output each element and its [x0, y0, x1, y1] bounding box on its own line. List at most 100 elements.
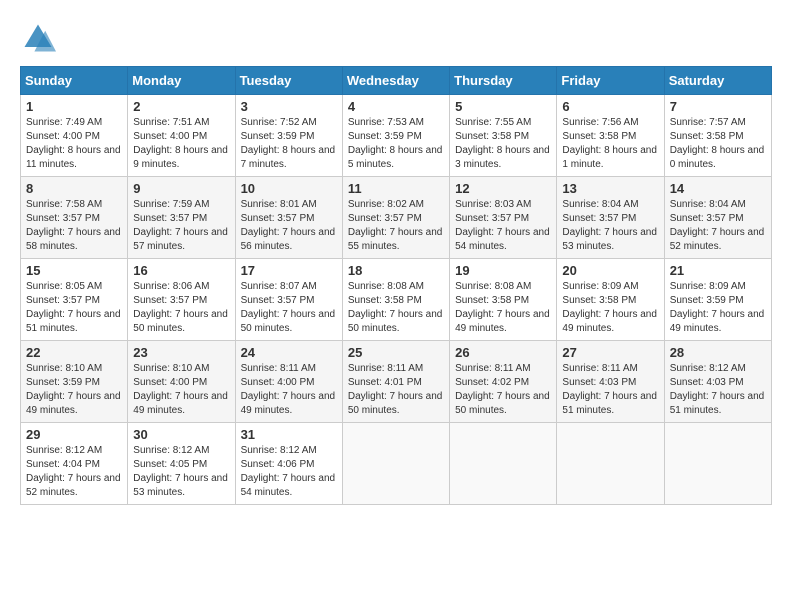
day-info: Sunrise: 7:59 AMSunset: 3:57 PMDaylight:…: [133, 199, 228, 252]
day-cell: 8 Sunrise: 7:58 AMSunset: 3:57 PMDayligh…: [21, 177, 128, 259]
day-cell: 26 Sunrise: 8:11 AMSunset: 4:02 PMDaylig…: [450, 341, 557, 423]
day-number: 22: [26, 345, 122, 360]
header-sunday: Sunday: [21, 67, 128, 95]
day-info: Sunrise: 7:58 AMSunset: 3:57 PMDaylight:…: [26, 199, 121, 252]
week-row-5: 29 Sunrise: 8:12 AMSunset: 4:04 PMDaylig…: [21, 423, 772, 505]
day-info: Sunrise: 8:11 AMSunset: 4:00 PMDaylight:…: [241, 363, 336, 416]
page-header: [20, 20, 772, 56]
day-number: 7: [670, 99, 766, 114]
day-number: 28: [670, 345, 766, 360]
day-cell: 18 Sunrise: 8:08 AMSunset: 3:58 PMDaylig…: [342, 259, 449, 341]
day-info: Sunrise: 8:06 AMSunset: 3:57 PMDaylight:…: [133, 281, 228, 334]
day-cell: 1 Sunrise: 7:49 AMSunset: 4:00 PMDayligh…: [21, 95, 128, 177]
day-cell: 22 Sunrise: 8:10 AMSunset: 3:59 PMDaylig…: [21, 341, 128, 423]
day-info: Sunrise: 8:12 AMSunset: 4:06 PMDaylight:…: [241, 445, 336, 498]
day-cell: 5 Sunrise: 7:55 AMSunset: 3:58 PMDayligh…: [450, 95, 557, 177]
day-cell: 7 Sunrise: 7:57 AMSunset: 3:58 PMDayligh…: [664, 95, 771, 177]
day-info: Sunrise: 8:08 AMSunset: 3:58 PMDaylight:…: [455, 281, 550, 334]
day-cell: 23 Sunrise: 8:10 AMSunset: 4:00 PMDaylig…: [128, 341, 235, 423]
day-cell: 20 Sunrise: 8:09 AMSunset: 3:58 PMDaylig…: [557, 259, 664, 341]
day-cell: 29 Sunrise: 8:12 AMSunset: 4:04 PMDaylig…: [21, 423, 128, 505]
day-info: Sunrise: 7:55 AMSunset: 3:58 PMDaylight:…: [455, 117, 550, 170]
day-info: Sunrise: 8:12 AMSunset: 4:03 PMDaylight:…: [670, 363, 765, 416]
day-cell: [557, 423, 664, 505]
day-number: 4: [348, 99, 444, 114]
day-info: Sunrise: 8:05 AMSunset: 3:57 PMDaylight:…: [26, 281, 121, 334]
day-number: 19: [455, 263, 551, 278]
day-number: 12: [455, 181, 551, 196]
day-cell: 30 Sunrise: 8:12 AMSunset: 4:05 PMDaylig…: [128, 423, 235, 505]
day-number: 27: [562, 345, 658, 360]
day-number: 21: [670, 263, 766, 278]
day-number: 17: [241, 263, 337, 278]
day-number: 31: [241, 427, 337, 442]
day-cell: 2 Sunrise: 7:51 AMSunset: 4:00 PMDayligh…: [128, 95, 235, 177]
week-row-2: 8 Sunrise: 7:58 AMSunset: 3:57 PMDayligh…: [21, 177, 772, 259]
logo-icon: [20, 20, 56, 56]
day-info: Sunrise: 7:49 AMSunset: 4:00 PMDaylight:…: [26, 117, 121, 170]
day-info: Sunrise: 8:08 AMSunset: 3:58 PMDaylight:…: [348, 281, 443, 334]
day-number: 1: [26, 99, 122, 114]
day-number: 30: [133, 427, 229, 442]
day-info: Sunrise: 8:02 AMSunset: 3:57 PMDaylight:…: [348, 199, 443, 252]
day-cell: 10 Sunrise: 8:01 AMSunset: 3:57 PMDaylig…: [235, 177, 342, 259]
day-info: Sunrise: 8:10 AMSunset: 4:00 PMDaylight:…: [133, 363, 228, 416]
day-info: Sunrise: 8:10 AMSunset: 3:59 PMDaylight:…: [26, 363, 121, 416]
day-cell: 3 Sunrise: 7:52 AMSunset: 3:59 PMDayligh…: [235, 95, 342, 177]
day-number: 8: [26, 181, 122, 196]
day-cell: 21 Sunrise: 8:09 AMSunset: 3:59 PMDaylig…: [664, 259, 771, 341]
day-cell: 25 Sunrise: 8:11 AMSunset: 4:01 PMDaylig…: [342, 341, 449, 423]
day-info: Sunrise: 8:12 AMSunset: 4:05 PMDaylight:…: [133, 445, 228, 498]
day-cell: 13 Sunrise: 8:04 AMSunset: 3:57 PMDaylig…: [557, 177, 664, 259]
week-row-1: 1 Sunrise: 7:49 AMSunset: 4:00 PMDayligh…: [21, 95, 772, 177]
day-info: Sunrise: 8:11 AMSunset: 4:03 PMDaylight:…: [562, 363, 657, 416]
day-cell: [342, 423, 449, 505]
day-info: Sunrise: 8:09 AMSunset: 3:59 PMDaylight:…: [670, 281, 765, 334]
day-number: 5: [455, 99, 551, 114]
day-number: 15: [26, 263, 122, 278]
week-row-4: 22 Sunrise: 8:10 AMSunset: 3:59 PMDaylig…: [21, 341, 772, 423]
day-cell: 24 Sunrise: 8:11 AMSunset: 4:00 PMDaylig…: [235, 341, 342, 423]
day-number: 25: [348, 345, 444, 360]
day-cell: 19 Sunrise: 8:08 AMSunset: 3:58 PMDaylig…: [450, 259, 557, 341]
day-info: Sunrise: 8:01 AMSunset: 3:57 PMDaylight:…: [241, 199, 336, 252]
day-cell: 15 Sunrise: 8:05 AMSunset: 3:57 PMDaylig…: [21, 259, 128, 341]
day-number: 24: [241, 345, 337, 360]
day-number: 20: [562, 263, 658, 278]
day-cell: 12 Sunrise: 8:03 AMSunset: 3:57 PMDaylig…: [450, 177, 557, 259]
day-number: 9: [133, 181, 229, 196]
day-cell: 4 Sunrise: 7:53 AMSunset: 3:59 PMDayligh…: [342, 95, 449, 177]
day-cell: 14 Sunrise: 8:04 AMSunset: 3:57 PMDaylig…: [664, 177, 771, 259]
day-number: 29: [26, 427, 122, 442]
day-number: 23: [133, 345, 229, 360]
day-info: Sunrise: 7:56 AMSunset: 3:58 PMDaylight:…: [562, 117, 657, 170]
day-cell: [450, 423, 557, 505]
day-cell: [664, 423, 771, 505]
day-number: 13: [562, 181, 658, 196]
header-wednesday: Wednesday: [342, 67, 449, 95]
day-number: 6: [562, 99, 658, 114]
day-number: 3: [241, 99, 337, 114]
header-friday: Friday: [557, 67, 664, 95]
day-info: Sunrise: 7:57 AMSunset: 3:58 PMDaylight:…: [670, 117, 765, 170]
week-row-3: 15 Sunrise: 8:05 AMSunset: 3:57 PMDaylig…: [21, 259, 772, 341]
day-cell: 31 Sunrise: 8:12 AMSunset: 4:06 PMDaylig…: [235, 423, 342, 505]
day-cell: 28 Sunrise: 8:12 AMSunset: 4:03 PMDaylig…: [664, 341, 771, 423]
day-info: Sunrise: 7:51 AMSunset: 4:00 PMDaylight:…: [133, 117, 228, 170]
day-cell: 27 Sunrise: 8:11 AMSunset: 4:03 PMDaylig…: [557, 341, 664, 423]
day-number: 26: [455, 345, 551, 360]
day-cell: 6 Sunrise: 7:56 AMSunset: 3:58 PMDayligh…: [557, 95, 664, 177]
calendar-table: SundayMondayTuesdayWednesdayThursdayFrid…: [20, 66, 772, 505]
day-number: 10: [241, 181, 337, 196]
day-info: Sunrise: 8:11 AMSunset: 4:02 PMDaylight:…: [455, 363, 550, 416]
day-cell: 17 Sunrise: 8:07 AMSunset: 3:57 PMDaylig…: [235, 259, 342, 341]
header-saturday: Saturday: [664, 67, 771, 95]
header-monday: Monday: [128, 67, 235, 95]
day-info: Sunrise: 8:07 AMSunset: 3:57 PMDaylight:…: [241, 281, 336, 334]
day-cell: 11 Sunrise: 8:02 AMSunset: 3:57 PMDaylig…: [342, 177, 449, 259]
day-number: 2: [133, 99, 229, 114]
logo: [20, 20, 62, 56]
header-thursday: Thursday: [450, 67, 557, 95]
day-info: Sunrise: 8:03 AMSunset: 3:57 PMDaylight:…: [455, 199, 550, 252]
day-info: Sunrise: 7:52 AMSunset: 3:59 PMDaylight:…: [241, 117, 336, 170]
